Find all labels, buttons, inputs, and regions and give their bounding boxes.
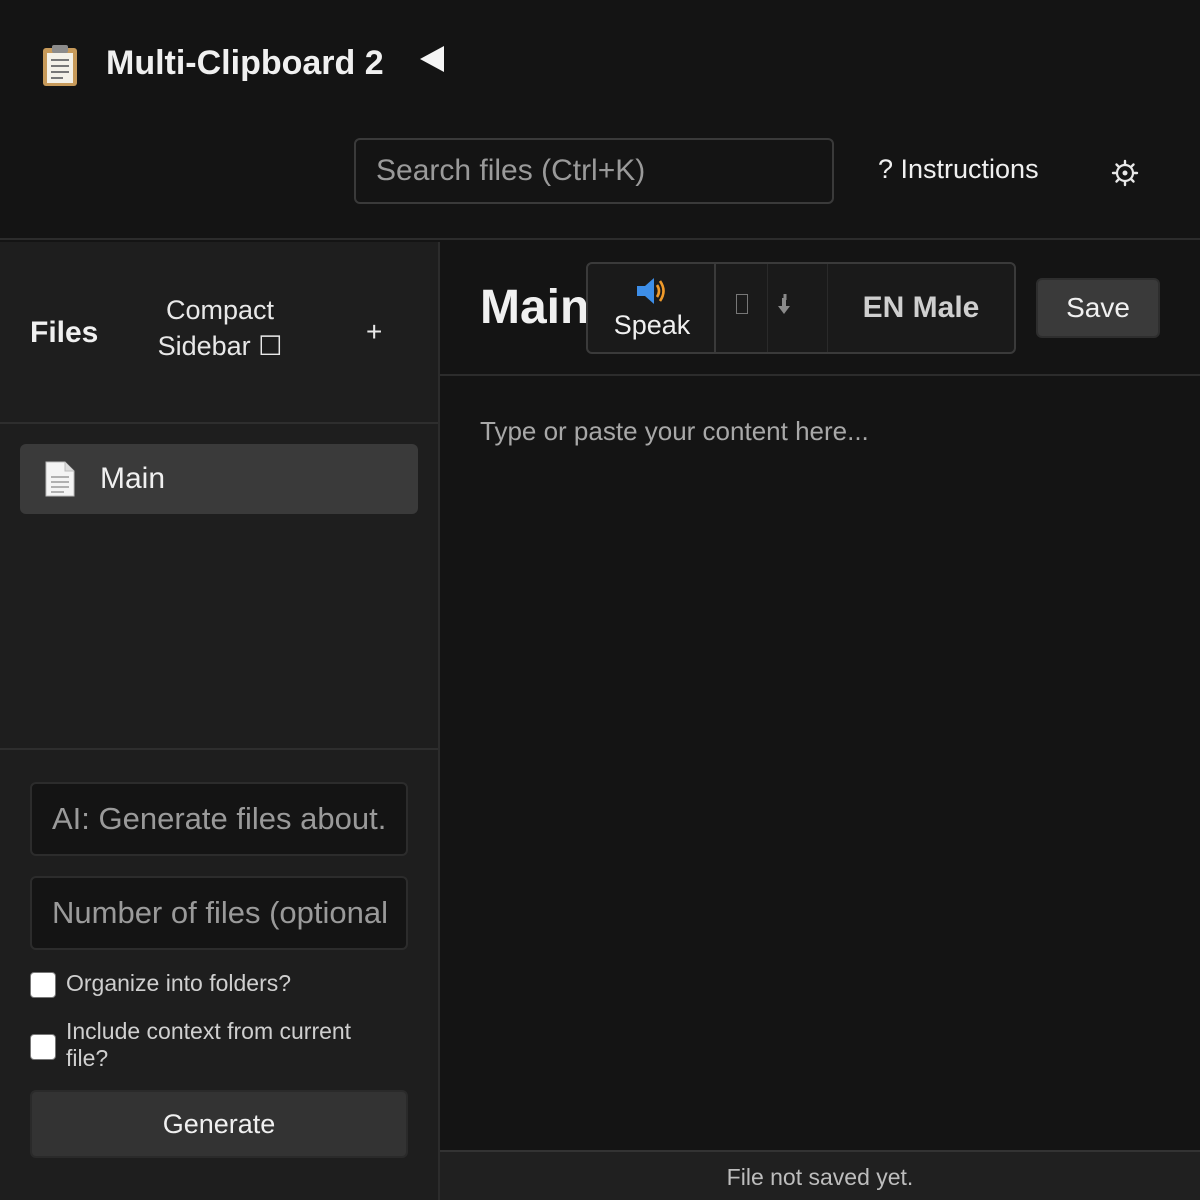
app-title: Multi-Clipboard 2	[106, 44, 384, 82]
instructions-button[interactable]: ? Instructions	[878, 154, 1039, 185]
document-icon	[45, 461, 75, 497]
gear-icon[interactable]	[1110, 158, 1140, 188]
speaker-icon	[637, 278, 665, 304]
sidebar: Files Compact Sidebar ☐ + Main Organize …	[0, 242, 440, 1200]
search-input[interactable]	[354, 138, 834, 204]
sidebar-header: Files Compact Sidebar ☐ +	[0, 242, 438, 424]
include-context-label: Include context from current file?	[66, 1018, 352, 1071]
file-count-input[interactable]	[30, 876, 408, 950]
triangle-left-icon[interactable]	[418, 44, 448, 76]
toolbar-button-unknown[interactable]	[716, 264, 768, 352]
compact-sidebar-toggle[interactable]: Compact Sidebar ☐	[148, 292, 292, 364]
speak-button[interactable]: Speak	[588, 264, 716, 352]
download-button[interactable]	[768, 264, 828, 352]
app-header: Multi-Clipboard 2 ? Instructions	[0, 0, 1200, 240]
download-arrow-icon	[778, 294, 790, 314]
voice-select[interactable]: EN Male	[828, 264, 1014, 352]
file-item-label: Main	[100, 462, 166, 495]
editor-toolbar: Speak EN Male	[586, 262, 1016, 354]
generate-button[interactable]: Generate	[30, 1090, 408, 1158]
speak-label: Speak	[613, 310, 691, 340]
ai-topic-input[interactable]	[30, 782, 408, 856]
sidebar-title: Files	[30, 316, 99, 349]
save-button[interactable]: Save	[1036, 278, 1160, 338]
editor-header: Main Speak EN Male Save	[440, 242, 1200, 376]
file-item-main[interactable]: Main	[20, 444, 418, 514]
include-context-checkbox[interactable]	[30, 1034, 56, 1060]
add-file-button[interactable]: +	[366, 316, 382, 348]
document-title: Main	[480, 281, 590, 334]
clipboard-icon	[43, 45, 77, 86]
status-bar: File not saved yet.	[440, 1150, 1200, 1200]
organize-folders-checkbox[interactable]	[30, 972, 56, 998]
content-editor[interactable]	[440, 378, 1200, 1150]
organize-folders-label: Organize into folders?	[66, 970, 292, 996]
missing-glyph-icon	[736, 294, 748, 314]
